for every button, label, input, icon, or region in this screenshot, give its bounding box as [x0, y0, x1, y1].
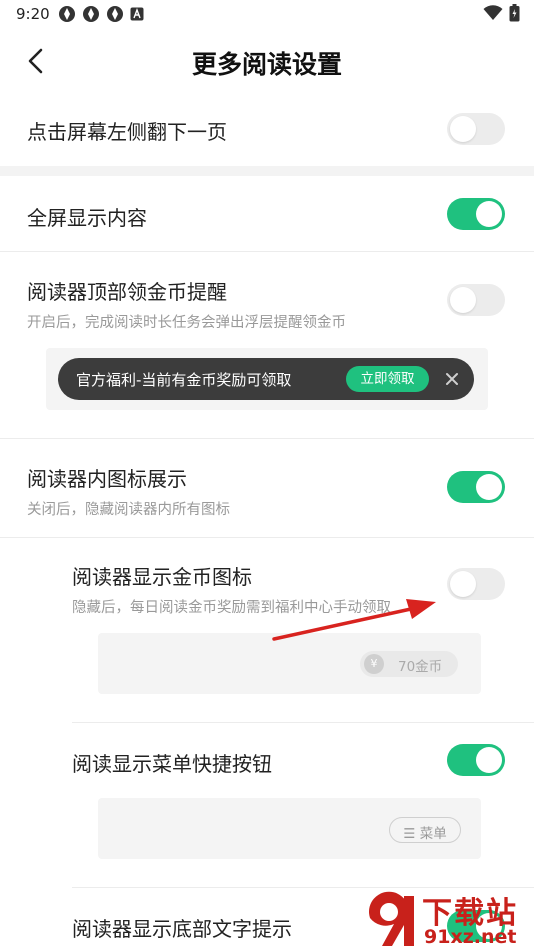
coin-reward-banner-preview: 官方福利-当前有金币奖励可领取 立即领取 — [58, 358, 474, 400]
close-icon — [446, 373, 458, 385]
divider — [0, 438, 534, 439]
setting-label-reader-icons: 阅读器内图标展示 — [27, 467, 187, 491]
setting-desc-reader-icons: 关闭后，隐藏阅读器内所有图标 — [27, 502, 230, 518]
status-bar: 9:20 — [0, 0, 534, 30]
toggle-knob — [450, 287, 476, 313]
toggle-menu-shortcut[interactable] — [447, 744, 505, 776]
sync-icon — [107, 6, 123, 22]
toggle-knob — [450, 116, 476, 142]
wifi-icon — [483, 5, 503, 20]
banner-text: 官方福利-当前有金币奖励可领取 — [76, 371, 292, 389]
sync-icon — [59, 6, 75, 22]
toggle-tap-left-next-page[interactable] — [447, 113, 505, 145]
menu-chip-text: ☰ 菜单 — [403, 826, 447, 842]
coin-count-text: 70金币 — [398, 659, 443, 675]
toggle-fullscreen[interactable] — [447, 198, 505, 230]
watermark: 下载站 91xz.net — [356, 886, 534, 950]
watermark-url: 91xz.net — [424, 926, 517, 948]
page-header: 更多阅读设置 — [0, 30, 534, 92]
annotation-arrow-icon — [272, 599, 436, 641]
setting-label-tap-left-next-page: 点击屏幕左侧翻下一页 — [27, 120, 227, 144]
coin-chip-preview: ¥ 70金币 — [360, 651, 458, 677]
toggle-knob — [476, 201, 502, 227]
status-notification-icons — [58, 5, 144, 23]
status-time: 9:20 — [16, 5, 50, 23]
setting-label-coin-reminder: 阅读器顶部领金币提醒 — [27, 280, 227, 304]
toggle-knob — [476, 474, 502, 500]
setting-label-menu-shortcut: 阅读显示菜单快捷按钮 — [72, 752, 272, 776]
status-system-icons — [483, 4, 520, 22]
divider — [72, 722, 534, 723]
menu-chip-preview: ☰ 菜单 — [389, 817, 461, 843]
notification-a-icon — [130, 7, 144, 21]
toggle-knob — [476, 747, 502, 773]
setting-label-fullscreen: 全屏显示内容 — [27, 206, 147, 230]
watermark-logo-icon — [369, 891, 414, 946]
section-divider — [0, 166, 534, 176]
setting-desc-coin-reminder: 开启后，完成阅读时长任务会弹出浮层提醒领金币 — [27, 315, 346, 331]
setting-label-coin-icon: 阅读器显示金币图标 — [72, 565, 252, 589]
claim-now-button: 立即领取 — [346, 366, 429, 392]
toggle-coin-reminder[interactable] — [447, 284, 505, 316]
setting-label-bottom-text-hint: 阅读器显示底部文字提示 — [72, 917, 292, 941]
toggle-coin-icon[interactable] — [447, 568, 505, 600]
toggle-knob — [450, 571, 476, 597]
battery-icon — [509, 4, 520, 22]
coin-icon: ¥ — [364, 654, 384, 674]
divider — [0, 251, 534, 252]
divider — [0, 537, 534, 538]
page-title: 更多阅读设置 — [191, 50, 342, 79]
toggle-reader-icons[interactable] — [447, 471, 505, 503]
sync-icon — [83, 6, 99, 22]
